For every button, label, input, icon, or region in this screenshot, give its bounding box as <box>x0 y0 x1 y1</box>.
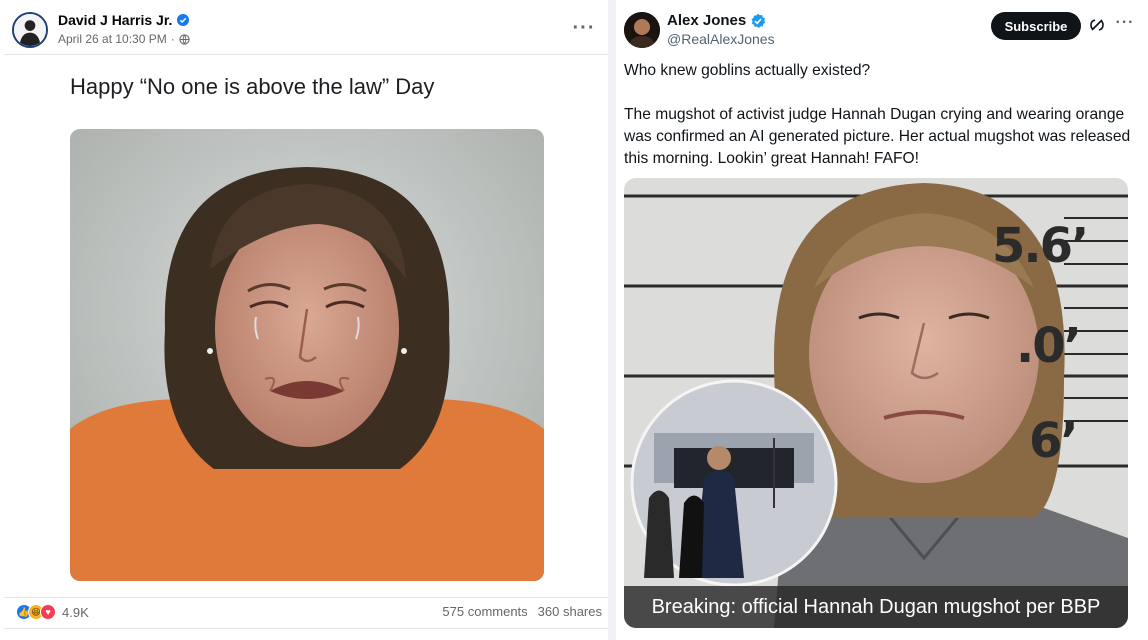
more-options-icon[interactable]: ··· <box>570 16 598 40</box>
more-options-icon[interactable]: ··· <box>1111 10 1139 36</box>
reactions-summary[interactable]: 👍 😆 ♥ 4.9K <box>16 604 89 620</box>
post-paragraph: Who knew goblins actually existed? <box>624 62 871 79</box>
love-reaction-icon: ♥ <box>40 604 56 620</box>
post-timestamp[interactable]: April 26 at 10:30 PM <box>58 32 167 46</box>
post-stats: 575 comments 360 shares <box>442 604 602 619</box>
post-text: Happy “No one is above the law” Day <box>70 74 435 99</box>
post-text: Who knew goblins actually existed? The m… <box>624 60 1134 170</box>
verified-badge-icon <box>751 13 766 28</box>
subscribe-button[interactable]: Subscribe <box>991 12 1081 40</box>
post-paragraph: The mugshot of activist judge Hannah Dug… <box>624 106 1131 167</box>
height-mark-label: 5.6’ <box>992 218 1089 274</box>
height-mark-label: .0’ <box>1016 318 1082 374</box>
author-avatar[interactable] <box>12 12 48 48</box>
author-handle[interactable]: @RealAlexJones <box>667 31 775 47</box>
footer-divider <box>4 597 608 598</box>
shares-count-link[interactable]: 360 shares <box>538 604 602 619</box>
globe-icon <box>179 33 190 45</box>
author-name[interactable]: David J Harris Jr. <box>58 12 172 28</box>
comments-count-link[interactable]: 575 comments <box>442 604 527 619</box>
panel-divider <box>608 0 616 640</box>
post-header: David J Harris Jr. April 26 at 10:30 PM … <box>12 10 602 50</box>
height-mark-label: 6’ <box>1029 413 1079 469</box>
author-name[interactable]: Alex Jones <box>667 12 746 29</box>
header-divider <box>4 54 608 55</box>
image-caption: Breaking: official Hannah Dugan mugshot … <box>624 586 1128 628</box>
bottom-divider <box>4 628 608 629</box>
post-image[interactable] <box>70 129 544 581</box>
grok-icon[interactable] <box>1088 16 1106 34</box>
author-avatar[interactable] <box>624 12 660 48</box>
verified-badge-icon <box>177 14 190 26</box>
facebook-post: David J Harris Jr. April 26 at 10:30 PM … <box>4 0 608 640</box>
x-post: Alex Jones @RealAlexJones Subscribe ··· … <box>616 0 1148 640</box>
post-image[interactable]: 5.6’ .0’ 6’ Breaking: official Hannah Du… <box>624 178 1128 628</box>
reaction-count: 4.9K <box>62 604 89 620</box>
meta-separator: · <box>170 32 175 46</box>
